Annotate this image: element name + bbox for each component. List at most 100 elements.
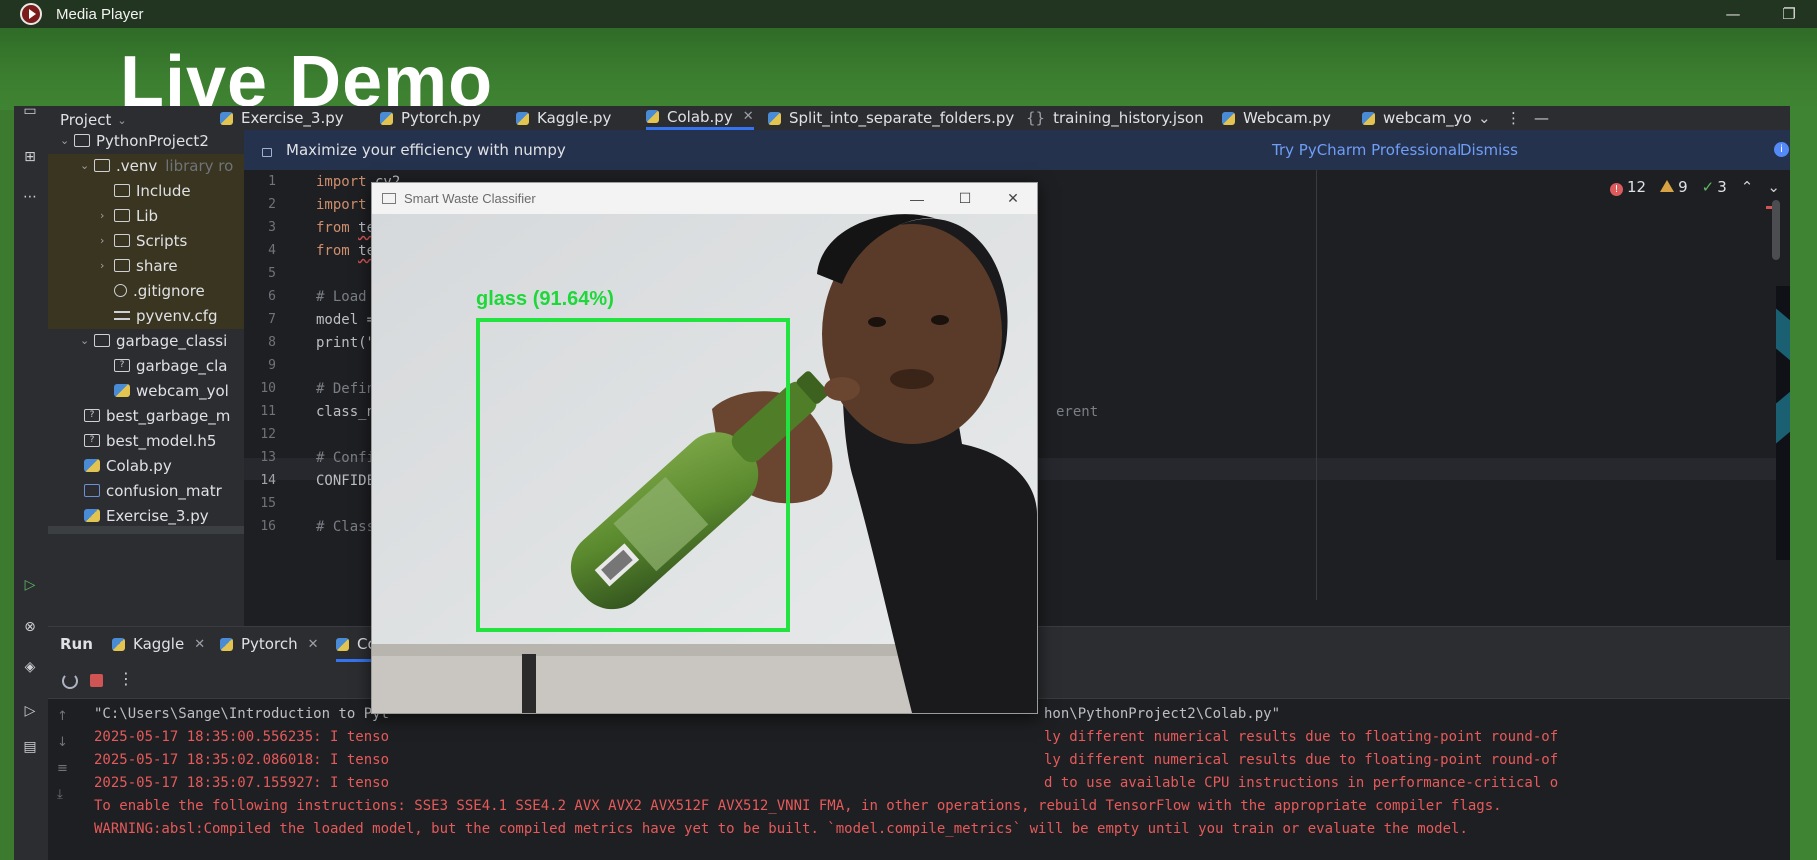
services-icon[interactable]: ▷ (18, 700, 42, 722)
tree-item-webcam-yol[interactable]: webcam_yol (100, 378, 229, 403)
close-tab-icon[interactable]: ✕ (194, 637, 205, 652)
keyword: from (316, 243, 350, 259)
tree-item-include[interactable]: Include (100, 178, 191, 203)
chevron-down-icon[interactable]: ⌄ (80, 334, 94, 347)
console-text: ly different numerical results due to fl… (1044, 729, 1559, 745)
chevron-down-icon[interactable]: ⌄ (1767, 178, 1780, 196)
layers-icon[interactable]: ◈ (18, 656, 42, 678)
code-text: print(" (316, 335, 376, 351)
tab-colab[interactable]: Colab.py ✕ (646, 106, 754, 130)
close-button[interactable]: ✕ (989, 183, 1037, 214)
ignore-icon (114, 284, 127, 297)
maximize-button[interactable]: ☐ (941, 183, 989, 214)
tab-webcam-yo[interactable]: webcam_yo (1362, 106, 1472, 130)
terminal-icon[interactable]: ▤ (18, 736, 42, 758)
minimize-button[interactable]: — (1705, 0, 1761, 28)
tree-item-lib[interactable]: › Lib (100, 203, 158, 228)
run-tab-kaggle[interactable]: Kaggle ✕ (112, 635, 205, 653)
tree-item-label: best_garbage_m (106, 406, 231, 425)
tree-item-colab[interactable]: Colab.py (84, 453, 172, 478)
tab-label: Split_into_separate_folders.py (789, 109, 1015, 127)
tree-item-pyvenv[interactable]: pyvenv.cfg (100, 303, 218, 328)
tabs-dropdown-icon[interactable]: ⌄ (1478, 106, 1491, 130)
run-tool-icon[interactable]: ▷ (18, 574, 42, 596)
window-titlebar[interactable]: Smart Waste Classifier — ☐ ✕ (372, 183, 1037, 214)
ok-count[interactable]: ✓ 3 (1702, 178, 1727, 196)
restore-button[interactable]: ❐ (1761, 0, 1817, 28)
tree-item-garbage-folder[interactable]: ⌄ garbage_classi (80, 328, 227, 353)
errors-value: 12 (1627, 178, 1647, 196)
line-number: 2 (268, 197, 276, 212)
rerun-icon[interactable] (62, 673, 78, 689)
stop-icon[interactable] (90, 674, 103, 687)
tree-item-share[interactable]: › share (100, 253, 178, 278)
tree-item-pythonproject2[interactable]: ⌄ PythonProject2 (60, 128, 209, 153)
tree-item-label: Scripts (136, 231, 188, 250)
python-packages-icon[interactable]: ⊗ (18, 616, 42, 638)
tree-item-label: best_model.h5 (106, 431, 217, 450)
line-number: 16 (260, 519, 276, 534)
line-number: 12 (260, 427, 276, 442)
errors-count[interactable]: ! 12 (1610, 178, 1646, 196)
try-pycharm-link[interactable]: Try PyCharm Professional (1272, 141, 1461, 159)
python-file-icon (336, 637, 349, 651)
project-horizontal-scrollbar[interactable] (48, 526, 244, 534)
python-file-icon (114, 384, 130, 397)
warnings-count[interactable]: 9 (1660, 178, 1688, 196)
editor-scrollbar[interactable] (1772, 200, 1780, 260)
tree-item-exercise3[interactable]: Exercise_3.py (84, 503, 209, 528)
chevron-up-icon[interactable]: ⌃ (1741, 178, 1754, 196)
tree-item-gitignore[interactable]: .gitignore (100, 278, 205, 303)
tab-kaggle[interactable]: Kaggle.py (516, 106, 611, 130)
more-icon[interactable]: ⋮ (118, 669, 134, 688)
python-file-icon (1362, 111, 1375, 125)
chevron-right-icon[interactable]: › (100, 234, 114, 247)
line-number: 15 (260, 496, 276, 511)
console-text: 2025-05-17 18:35:07.155927: I tenso (94, 775, 390, 791)
python-file-icon (112, 637, 125, 651)
tree-item-garbage-cla[interactable]: ? garbage_cla (100, 353, 227, 378)
close-tab-icon[interactable]: ✕ (743, 109, 754, 124)
info-icon[interactable]: i (1774, 142, 1789, 157)
tabs-more-icon[interactable]: ⋮ (1506, 106, 1521, 130)
minimize-button[interactable]: — (893, 183, 941, 214)
tab-pytorch[interactable]: Pytorch.py (380, 106, 481, 130)
scroll-to-end-icon[interactable]: ⤓ (57, 787, 73, 802)
close-tab-icon[interactable]: ✕ (308, 637, 319, 652)
line-gutter: 1 2 3 4 5 6 7 8 9 10 11 12 13 14 15 16 (244, 170, 292, 600)
tab-training-history[interactable]: {} training_history.json (1026, 106, 1204, 130)
tab-webcam[interactable]: Webcam.py (1222, 106, 1331, 130)
inspection-widget[interactable]: ! 12 9 ✓ 3 ⌃ ⌄ (1610, 178, 1780, 196)
python-file-icon (768, 111, 781, 125)
arrow-up-icon[interactable]: ↑ (57, 709, 73, 724)
tree-item-best-garbage[interactable]: ? best_garbage_m (84, 403, 230, 428)
chevron-right-icon[interactable]: › (100, 209, 114, 222)
run-tab-pytorch[interactable]: Pytorch ✕ (220, 635, 318, 653)
tree-item-venv[interactable]: ⌄ .venv library ro (80, 153, 233, 178)
tab-split-folders[interactable]: Split_into_separate_folders.py (768, 106, 1014, 130)
structure-tool-icon[interactable]: ⊞ (18, 146, 42, 168)
arrow-down-icon[interactable]: ↓ (57, 735, 73, 750)
json-icon: {} (1026, 109, 1046, 127)
tree-item-label: confusion_matr (106, 481, 222, 500)
tree-item-confusion[interactable]: confusion_matr (84, 478, 222, 503)
hide-icon[interactable]: — (1534, 106, 1549, 130)
editor-tabs: Exercise_3.py Pytorch.py Kaggle.py Colab… (220, 106, 1790, 130)
line-number: 9 (268, 358, 276, 373)
console-text: hon\PythonProject2\Colab.py" (1044, 706, 1281, 722)
keyword: import (316, 197, 367, 213)
chevron-down-icon[interactable]: ⌄ (80, 159, 94, 172)
console-text: 2025-05-17 18:35:00.556235: I tenso (94, 729, 390, 745)
folder-icon (94, 334, 110, 347)
tab-exercise3[interactable]: Exercise_3.py (220, 106, 344, 130)
tree-item-scripts[interactable]: › Scripts (100, 228, 187, 253)
notice-text: Maximize your efficiency with numpy (286, 141, 566, 159)
soft-wrap-icon[interactable]: ≡ (57, 761, 73, 776)
more-tools-icon[interactable]: ⋯ (18, 186, 42, 208)
project-tool-icon[interactable]: ▭ (18, 106, 42, 122)
tree-item-best-model[interactable]: ? best_model.h5 (84, 428, 216, 453)
chevron-down-icon[interactable]: ⌄ (60, 134, 74, 147)
tree-item-label: .gitignore (133, 281, 205, 300)
chevron-right-icon[interactable]: › (100, 259, 114, 272)
dismiss-link[interactable]: Dismiss (1460, 141, 1518, 159)
